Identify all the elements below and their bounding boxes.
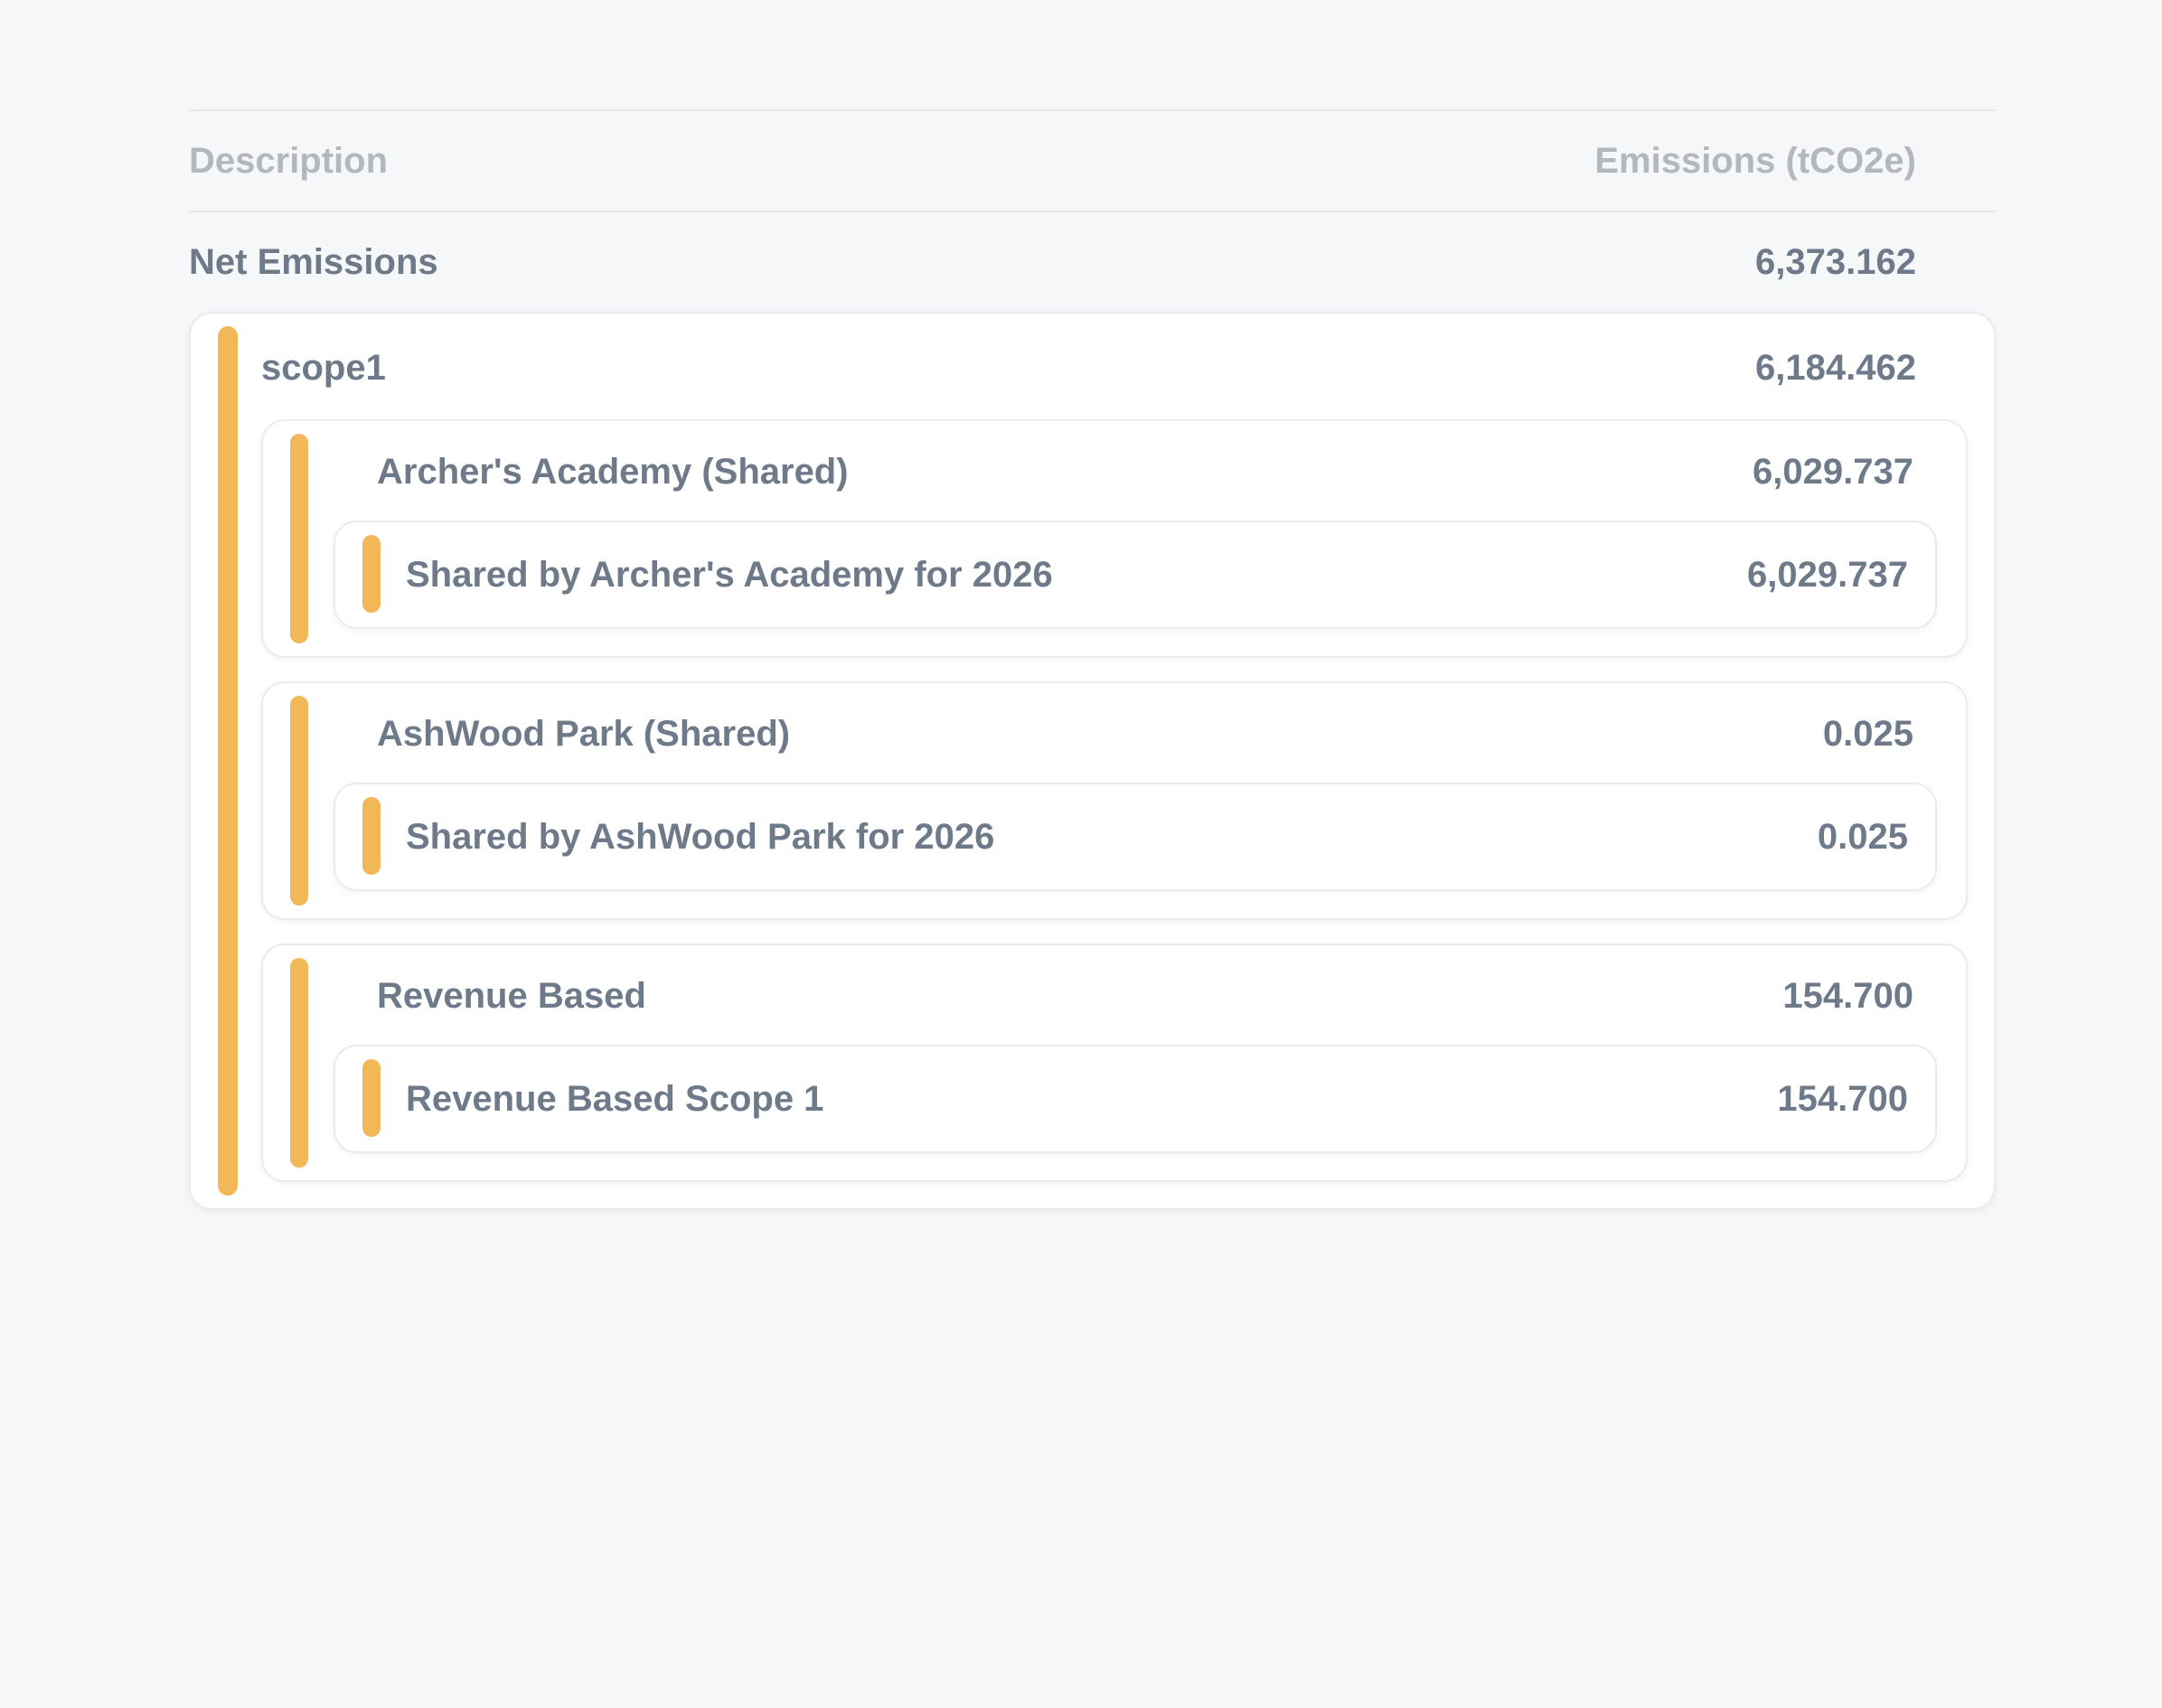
item-card-ashwood-park-2026[interactable]: Shared by AshWood Park for 2026 0.025 [334,783,1937,891]
group-row: Archer's Academy (Shared) 6,029.737 [377,446,1913,497]
group-value: 154.700 [1782,975,1913,1016]
group-card-revenue-based[interactable]: Revenue Based 154.700 Revenue Based Scop… [261,943,1968,1182]
emissions-column-header: Emissions (tCO2e) [1594,140,1916,181]
item-card-archers-academy-2026[interactable]: Shared by Archer's Academy for 2026 6,02… [334,521,1937,629]
group-card-ashwood-park[interactable]: AshWood Park (Shared) 0.025 Shared by As… [261,681,1968,920]
item-row: Shared by Archer's Academy for 2026 6,02… [406,549,1908,600]
item-value: 0.025 [1817,816,1908,857]
table-header: Description Emissions (tCO2e) [189,109,1996,212]
description-column-header: Description [189,140,389,181]
group-value: 0.025 [1822,713,1913,754]
group-label: AshWood Park (Shared) [377,713,791,754]
emissions-table: Description Emissions (tCO2e) Net Emissi… [189,109,1996,1210]
scope-label: scope1 [261,347,386,388]
net-emissions-row: Net Emissions 6,373.162 [189,212,1996,312]
scope-accent-bar [218,326,238,1196]
group-accent-bar [290,434,308,643]
item-label: Shared by AshWood Park for 2026 [406,816,995,857]
group-accent-bar [290,958,308,1168]
scope-row: scope1 6,184.462 [261,343,1916,393]
group-row: Revenue Based 154.700 [377,971,1913,1021]
item-accent-bar [362,797,381,875]
item-row: Shared by AshWood Park for 2026 0.025 [406,812,1908,862]
item-value: 154.700 [1777,1078,1908,1119]
item-accent-bar [362,1059,381,1137]
scope-value: 6,184.462 [1755,347,1916,388]
item-card-revenue-based-scope1[interactable]: Revenue Based Scope 1 154.700 [334,1045,1937,1153]
net-emissions-value: 6,373.162 [1755,241,1916,282]
group-value: 6,029.737 [1753,451,1913,492]
scope-card-scope1[interactable]: scope1 6,184.462 Archer's Academy (Share… [189,312,1996,1210]
item-accent-bar [362,535,381,613]
item-row: Revenue Based Scope 1 154.700 [406,1074,1908,1124]
item-label: Revenue Based Scope 1 [406,1078,824,1119]
group-accent-bar [290,696,308,906]
group-card-archers-academy[interactable]: Archer's Academy (Shared) 6,029.737 Shar… [261,419,1968,658]
group-label: Revenue Based [377,975,646,1016]
group-row: AshWood Park (Shared) 0.025 [377,709,1913,759]
net-emissions-label: Net Emissions [189,241,438,282]
group-label: Archer's Academy (Shared) [377,451,849,492]
item-label: Shared by Archer's Academy for 2026 [406,554,1053,595]
item-value: 6,029.737 [1747,554,1908,595]
